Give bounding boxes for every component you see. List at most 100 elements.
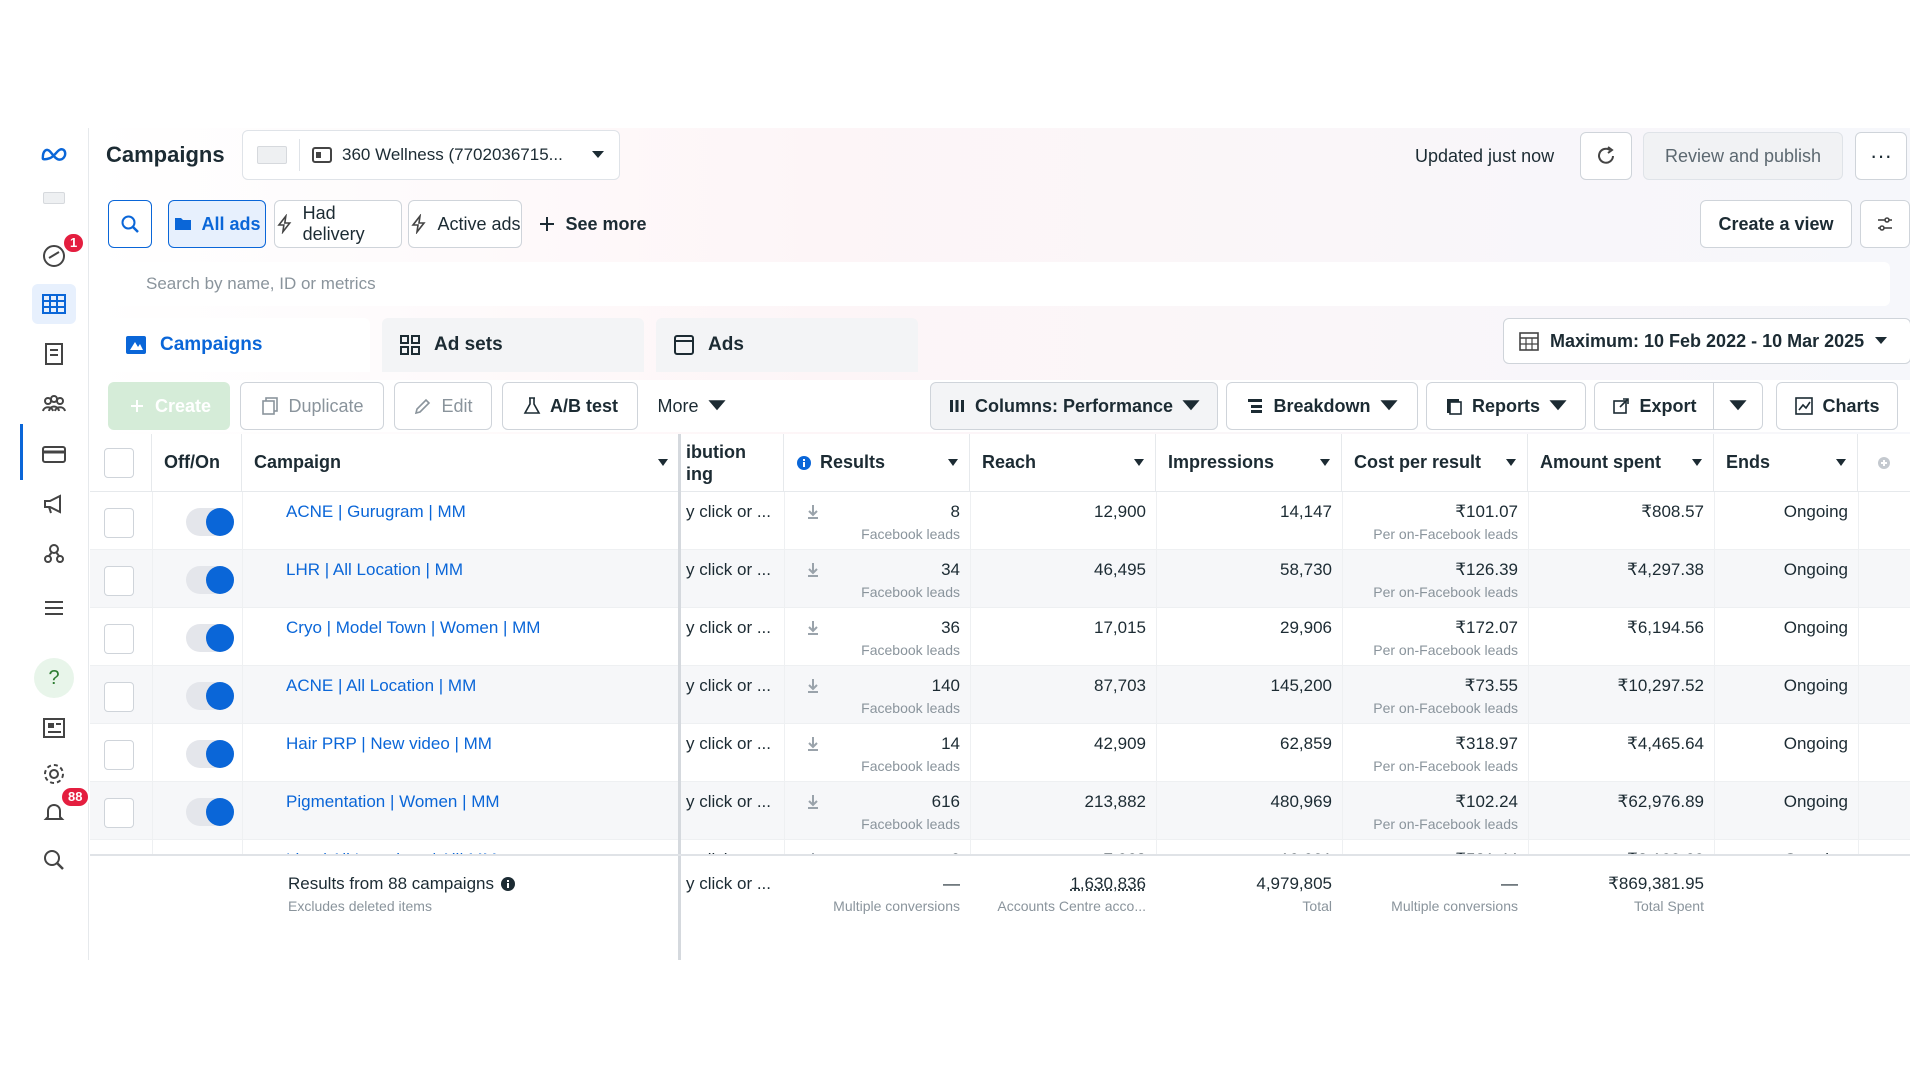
duplicate-button[interactable]: Duplicate [240, 382, 384, 430]
results-value: 8 [950, 502, 960, 521]
date-range-picker[interactable]: Maximum: 10 Feb 2022 - 10 Mar 2025 [1503, 318, 1910, 364]
col-cost-per-result[interactable]: Cost per result [1342, 434, 1528, 492]
table-row[interactable]: Pigmentation | Women | MM y click or ... 6… [90, 782, 1910, 840]
notifications-icon[interactable]: 1 [32, 232, 86, 276]
row-checkbox[interactable] [104, 682, 134, 712]
table-toolbar: Create Duplicate Edit A/B test More Colu… [90, 380, 1910, 432]
campaign-toggle[interactable] [186, 798, 234, 826]
filter-active-ads[interactable]: Active ads [408, 200, 522, 248]
campaign-name-link[interactable]: LHR | All Location | MM [286, 560, 463, 580]
duplicate-label: Duplicate [288, 395, 364, 416]
sort-caret-icon [948, 459, 958, 466]
add-column-button[interactable] [1858, 434, 1910, 492]
events-manager-icon[interactable] [32, 534, 76, 574]
cost-per-result-value: ₹101.07 [1455, 502, 1518, 521]
search-toggle-button[interactable] [108, 200, 152, 248]
columns-performance-button[interactable]: Columns: Performance [930, 382, 1218, 430]
columns-icon [949, 400, 964, 412]
campaign-name-link[interactable]: Cryo | Model Town | Women | MM [286, 618, 540, 638]
export-dropdown-button[interactable] [1713, 382, 1763, 430]
edit-button[interactable]: Edit [394, 382, 492, 430]
more-actions-button[interactable]: More [646, 382, 738, 430]
meta-logo-icon[interactable] [32, 134, 76, 174]
breakdown-button[interactable]: Breakdown [1226, 382, 1418, 430]
select-all-checkbox[interactable] [104, 448, 134, 478]
col-ends-label: Ends [1726, 452, 1771, 472]
campaigns-table-icon[interactable] [32, 284, 76, 324]
table-row[interactable]: ACNE | All Location | MM y click or ... 14… [90, 666, 1910, 724]
campaign-name-link[interactable]: ACNE | All Location | MM [286, 676, 476, 696]
create-button[interactable]: Create [108, 382, 230, 430]
help-icon[interactable]: ? [32, 658, 76, 698]
account-thumbnail-icon[interactable] [32, 178, 76, 218]
summary-spent: ₹869,381.95 [1608, 874, 1704, 893]
campaign-toggle[interactable] [186, 624, 234, 652]
col-ends[interactable]: Ends [1714, 434, 1858, 492]
summary-reach-sub: Accounts Centre acco... [997, 898, 1146, 914]
tab-ad-sets[interactable]: Ad sets [382, 318, 644, 372]
billing-card-icon[interactable] [32, 434, 76, 474]
row-checkbox[interactable] [104, 508, 134, 538]
table-row[interactable]: LHR | All Location | MM y click or ... 34 F… [90, 550, 1910, 608]
summary-reach[interactable]: 1,630,836 [976, 874, 1146, 894]
search-input[interactable]: Search by name, ID or metrics [108, 262, 1890, 306]
notifications-badge: 1 [62, 232, 86, 254]
campaign-toggle[interactable] [186, 740, 234, 768]
megaphone-icon[interactable] [32, 484, 76, 524]
ab-test-button[interactable]: A/B test [502, 382, 638, 430]
row-checkbox[interactable] [104, 566, 134, 596]
refresh-icon [1598, 146, 1614, 164]
row-checkbox[interactable] [104, 624, 134, 654]
campaign-name-link[interactable]: ACNE | Gurugram | MM [286, 502, 466, 522]
export-button[interactable]: Export [1594, 382, 1714, 430]
sliders-icon [1878, 217, 1892, 231]
col-reach[interactable]: Reach [970, 434, 1156, 492]
campaign-toggle[interactable] [186, 508, 234, 536]
col-impressions[interactable]: Impressions [1156, 434, 1342, 492]
tab-campaigns[interactable]: Campaigns [108, 318, 370, 372]
chevron-down-icon [1549, 400, 1567, 411]
col-campaign[interactable]: Campaign [242, 434, 680, 492]
table-row[interactable]: ACNE | Gurugram | MM y click or ... 8 Faceb… [90, 492, 1910, 550]
row-checkbox[interactable] [104, 798, 134, 828]
tab-ads[interactable]: Ads [656, 318, 918, 372]
campaign-name-link[interactable]: Pigmentation | Women | MM [286, 792, 500, 812]
filter-all-ads-label: All ads [201, 213, 261, 234]
campaign-toggle[interactable] [186, 682, 234, 710]
filter-all-ads[interactable]: All ads [168, 200, 266, 248]
bell-icon[interactable]: 88 [32, 786, 91, 832]
search-icon [121, 215, 139, 233]
col-amount-spent-label: Amount spent [1540, 452, 1661, 472]
refresh-button[interactable] [1580, 132, 1632, 180]
campaign-toggle[interactable] [186, 566, 234, 594]
col-offon[interactable]: Off/On [152, 434, 242, 492]
info-icon [797, 455, 811, 470]
charts-button[interactable]: Charts [1776, 382, 1898, 430]
chevron-down-icon [592, 151, 604, 158]
filter-had-delivery[interactable]: Had delivery [274, 200, 402, 248]
row-checkbox[interactable] [104, 740, 134, 770]
table-row[interactable]: Hair PRP | New video | MM y click or ... 1… [90, 724, 1910, 782]
col-attribution[interactable]: ibution ing [680, 434, 784, 492]
search-icon[interactable] [32, 840, 76, 880]
menu-icon[interactable] [32, 588, 76, 628]
news-icon[interactable] [32, 708, 76, 748]
calendar-icon [1519, 332, 1539, 351]
cost-per-result-value: ₹126.39 [1455, 560, 1518, 579]
cost-per-result-type: Per on-Facebook leads [1373, 700, 1518, 716]
review-and-publish-button[interactable]: Review and publish [1643, 132, 1843, 180]
account-name: 360 Wellness (7702036715... [342, 145, 563, 164]
reports-button[interactable]: Reports [1426, 382, 1586, 430]
campaign-name-link[interactable]: Hair PRP | New video | MM [286, 734, 492, 754]
col-results[interactable]: Results [784, 434, 970, 492]
col-amount-spent[interactable]: Amount spent [1528, 434, 1714, 492]
audiences-icon[interactable] [32, 384, 76, 424]
account-selector[interactable]: 360 Wellness (7702036715... [242, 130, 620, 180]
table-row[interactable]: Cryo | Model Town | Women | MM y click or… [90, 608, 1910, 666]
create-view-button[interactable]: Create a view [1700, 200, 1852, 248]
view-settings-button[interactable] [1860, 200, 1910, 248]
more-options-button[interactable]: ··· [1855, 132, 1907, 180]
see-more-label: See more [565, 213, 647, 234]
see-more-filters-button[interactable]: See more [530, 200, 654, 248]
pages-icon[interactable] [32, 334, 76, 374]
